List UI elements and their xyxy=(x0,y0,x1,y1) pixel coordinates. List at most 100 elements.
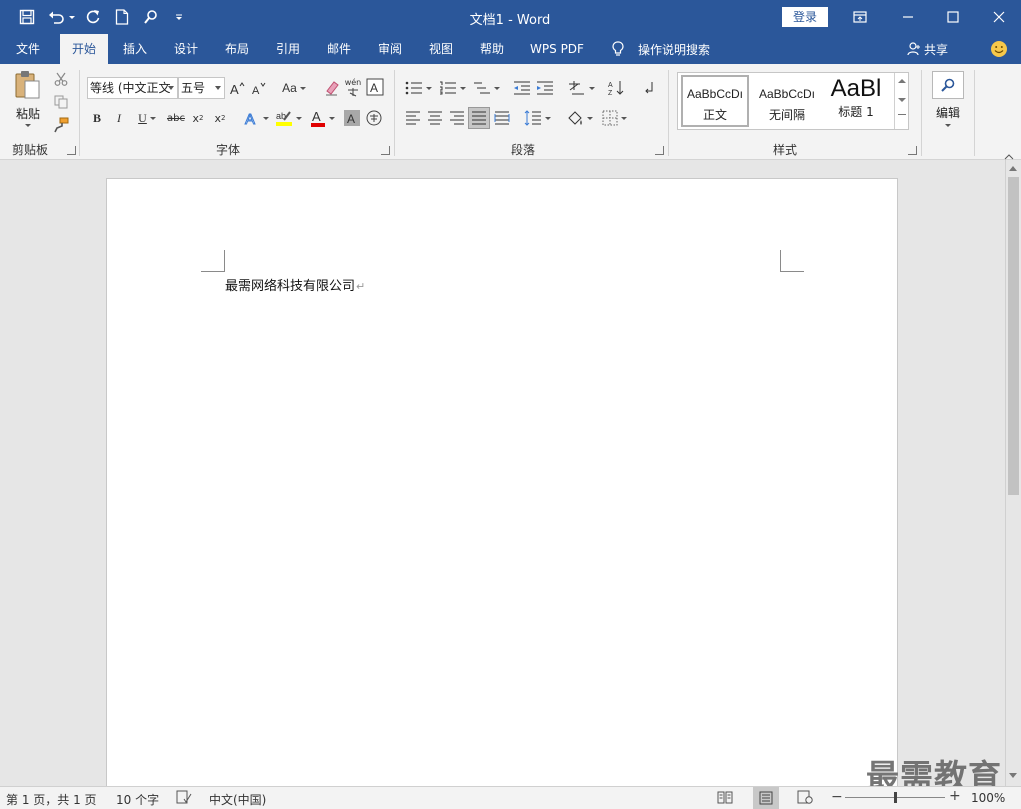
superscript-icon[interactable]: x2 xyxy=(212,108,228,128)
format-painter-icon[interactable] xyxy=(51,115,71,135)
paste-dropdown-icon[interactable] xyxy=(25,124,31,127)
scroll-thumb[interactable] xyxy=(1008,177,1019,495)
scroll-up-icon[interactable] xyxy=(1009,166,1017,171)
underline-icon[interactable]: U xyxy=(133,108,161,128)
decrease-indent-icon[interactable] xyxy=(511,78,533,98)
multilevel-list-icon[interactable] xyxy=(471,78,501,98)
cut-icon[interactable] xyxy=(51,69,71,89)
strikethrough-icon[interactable]: abc xyxy=(166,108,186,128)
print-layout-icon[interactable] xyxy=(753,787,779,809)
customize-qat-icon[interactable] xyxy=(169,7,189,27)
phonetic-guide-button[interactable]: wén xyxy=(343,76,363,98)
document-text[interactable]: 最需网络科技有限公司↵ xyxy=(225,275,365,294)
language-indicator[interactable]: 中文(中国) xyxy=(209,791,266,808)
character-border-icon[interactable]: A xyxy=(365,77,385,97)
style-normal[interactable]: AaBbCcDı 正文 xyxy=(681,75,749,127)
numbering-icon[interactable] xyxy=(437,78,467,98)
zoom-in-icon[interactable]: + xyxy=(949,788,961,804)
smiley-feedback-icon[interactable] xyxy=(990,40,1008,61)
align-right-icon[interactable] xyxy=(447,108,467,128)
editing-dropdown-icon[interactable] xyxy=(945,124,951,127)
web-layout-icon[interactable] xyxy=(797,790,813,807)
editing-button[interactable]: 编辑 xyxy=(928,104,968,121)
tab-references[interactable]: 引用 xyxy=(264,34,312,64)
text-effects-icon[interactable]: A xyxy=(242,108,270,128)
asian-layout-icon[interactable] xyxy=(566,78,596,98)
bullets-icon[interactable] xyxy=(403,78,433,98)
maximize-icon[interactable] xyxy=(943,7,963,27)
font-dialog-launcher-icon[interactable] xyxy=(381,146,390,155)
zoom-out-icon[interactable]: − xyxy=(831,789,843,805)
login-button[interactable]: 登录 xyxy=(782,7,828,27)
tab-design[interactable]: 设计 xyxy=(162,34,210,64)
justify-icon[interactable] xyxy=(468,107,490,129)
tab-view[interactable]: 视图 xyxy=(417,34,465,64)
enclose-characters-icon[interactable] xyxy=(365,108,383,128)
word-count[interactable]: 10 个字 xyxy=(116,791,159,808)
tell-me-search[interactable]: 操作说明搜索 xyxy=(638,41,710,58)
font-color-icon[interactable]: A xyxy=(307,108,337,128)
line-spacing-icon[interactable] xyxy=(522,108,552,128)
save-icon[interactable] xyxy=(16,7,38,27)
paste-icon[interactable] xyxy=(14,70,42,100)
tab-mailings[interactable]: 邮件 xyxy=(315,34,363,64)
touch-mode-icon[interactable] xyxy=(140,7,162,27)
borders-icon[interactable] xyxy=(599,108,629,128)
tab-review[interactable]: 审阅 xyxy=(366,34,414,64)
tab-home[interactable]: 开始 xyxy=(60,34,108,64)
styles-scroll-down-icon[interactable] xyxy=(898,98,906,102)
tab-help[interactable]: 帮助 xyxy=(468,34,516,64)
scroll-down-icon[interactable] xyxy=(1009,773,1017,778)
align-left-icon[interactable] xyxy=(403,108,423,128)
clipboard-dialog-launcher-icon[interactable] xyxy=(67,146,76,155)
paragraph-dialog-launcher-icon[interactable] xyxy=(655,146,664,155)
page-count[interactable]: 第 1 页，共 1 页 xyxy=(6,791,97,808)
shading-icon[interactable] xyxy=(564,108,594,128)
proofing-icon[interactable] xyxy=(176,790,192,808)
tab-file[interactable]: 文件 xyxy=(4,34,52,64)
font-size-dropdown[interactable]: 五号 xyxy=(178,77,225,99)
share-button[interactable]: 共享 xyxy=(907,40,948,58)
title-bar: 文档1 - Word 登录 xyxy=(0,0,1021,34)
increase-indent-icon[interactable] xyxy=(534,78,556,98)
vertical-scrollbar[interactable] xyxy=(1005,160,1021,786)
italic-icon[interactable]: I xyxy=(111,108,127,128)
zoom-slider-thumb[interactable] xyxy=(893,792,897,803)
paste-button[interactable]: 粘贴 xyxy=(10,105,46,122)
style-heading-1[interactable]: AaBl 标题 1 xyxy=(825,75,887,127)
change-case-button[interactable]: Aa xyxy=(279,78,309,98)
highlight-color-icon[interactable]: ab xyxy=(273,108,303,128)
copy-icon[interactable] xyxy=(51,92,71,112)
find-icon[interactable] xyxy=(932,71,964,99)
grow-font-icon[interactable]: A xyxy=(229,78,245,98)
styles-scroll-up-icon[interactable] xyxy=(898,79,906,83)
sort-icon[interactable]: AZ xyxy=(606,78,628,98)
minimize-icon[interactable] xyxy=(898,7,918,27)
phonetic-guide-label: wén xyxy=(344,77,362,87)
clear-formatting-icon[interactable] xyxy=(322,78,342,98)
tab-insert[interactable]: 插入 xyxy=(111,34,159,64)
font-name-dropdown[interactable]: 等线 (中文正文 xyxy=(87,77,178,99)
styles-more-icon[interactable] xyxy=(898,114,906,115)
bold-icon[interactable]: B xyxy=(89,108,105,128)
new-document-icon[interactable] xyxy=(111,7,133,27)
zoom-level[interactable]: 100% xyxy=(971,791,1005,805)
styles-dialog-launcher-icon[interactable] xyxy=(908,146,917,155)
ribbon-display-options-icon[interactable] xyxy=(850,7,870,27)
watermark-logo: 最需教育 xyxy=(866,757,1002,786)
shrink-font-icon[interactable]: A xyxy=(251,78,267,98)
distributed-icon[interactable] xyxy=(492,108,512,128)
align-center-icon[interactable] xyxy=(425,108,445,128)
subscript-icon[interactable]: x2 xyxy=(190,108,206,128)
undo-icon[interactable] xyxy=(46,7,76,27)
redo-icon[interactable] xyxy=(82,7,104,27)
document-page[interactable]: 最需网络科技有限公司↵ xyxy=(106,178,898,786)
show-paragraph-marks-icon[interactable] xyxy=(638,78,660,98)
style-no-spacing[interactable]: AaBbCcDı 无间隔 xyxy=(753,75,821,127)
character-shading-icon[interactable]: A xyxy=(343,108,361,128)
read-mode-icon[interactable] xyxy=(717,790,733,807)
tab-layout[interactable]: 布局 xyxy=(213,34,261,64)
ribbon-tab-bar: 文件 开始 插入 设计 布局 引用 邮件 审阅 视图 帮助 WPS PDF 操作… xyxy=(0,34,1021,64)
tab-wps-pdf[interactable]: WPS PDF xyxy=(521,34,593,64)
close-icon[interactable] xyxy=(989,7,1009,27)
